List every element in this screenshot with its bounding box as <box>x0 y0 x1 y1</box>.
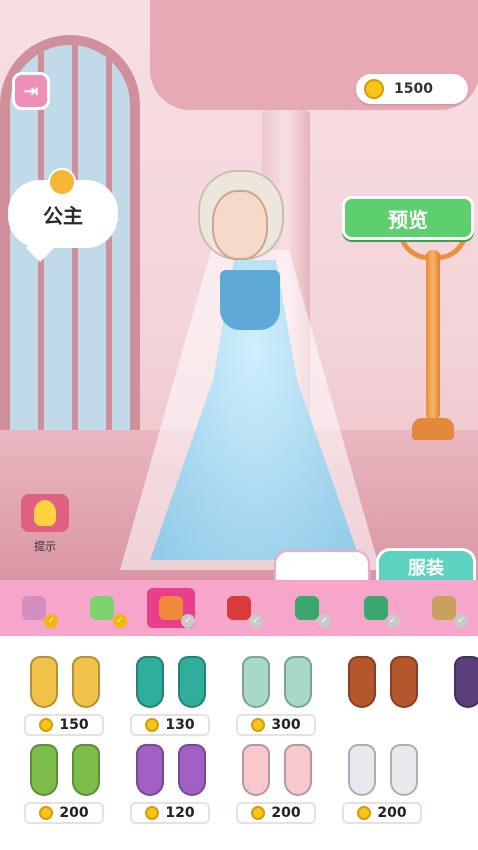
price-tag: 120 <box>130 802 210 824</box>
shoe-item[interactable]: 200 <box>338 742 428 824</box>
lightbulb-icon <box>34 500 56 526</box>
shoe-icon <box>242 744 312 800</box>
price-value: 130 <box>165 717 195 733</box>
shoe-icon <box>348 744 418 800</box>
princess-character <box>120 170 380 570</box>
shoe-icon <box>454 656 478 712</box>
category-tab-2[interactable]: ✓ <box>137 580 205 636</box>
shoe-icon <box>30 744 100 800</box>
coin-amount: 1500 <box>394 81 433 97</box>
shoe-item[interactable]: 200 <box>20 742 110 824</box>
price-tag: 300 <box>236 714 316 736</box>
shoe-item[interactable]: 130 <box>126 654 216 736</box>
category-tab-0[interactable]: ✓ <box>0 580 68 636</box>
coin-icon <box>251 806 266 820</box>
item-grid: 150 130 300 200 120 200 200 <box>0 640 478 850</box>
coin-icon <box>145 806 160 820</box>
price-value: 120 <box>165 805 195 821</box>
shoe-item[interactable]: 200 <box>232 742 322 824</box>
coin-icon <box>357 806 372 820</box>
category-tab-6[interactable]: ✓ <box>410 580 478 636</box>
exit-icon: ⇥ <box>23 80 39 102</box>
price-tag: 200 <box>236 802 316 824</box>
check-icon: ✓ <box>44 614 59 628</box>
category-tab-3[interactable]: ✓ <box>205 580 273 636</box>
price-value: 200 <box>59 805 89 821</box>
shoe-icon <box>348 656 418 712</box>
price-value: 200 <box>377 805 407 821</box>
coin-icon <box>251 718 266 732</box>
emoji-icon <box>48 168 76 196</box>
shoe-item[interactable]: 150 <box>20 654 110 736</box>
shoe-item[interactable] <box>338 654 428 736</box>
category-tab-5[interactable]: ✓ <box>341 580 409 636</box>
tab-blank[interactable] <box>274 550 370 582</box>
price-tag: 200 <box>24 802 104 824</box>
shoe-icon <box>136 744 206 800</box>
price-tag: 130 <box>130 714 210 736</box>
character-speech-bubble: 公主 <box>8 168 118 248</box>
coin-icon <box>145 718 160 732</box>
shoe-item[interactable]: 300 <box>232 654 322 736</box>
coin-icon <box>364 79 384 99</box>
price-tag: 150 <box>24 714 104 736</box>
check-icon: ✓ <box>317 614 332 628</box>
price-tag: 200 <box>342 802 422 824</box>
shoe-item[interactable]: 120 <box>126 742 216 824</box>
character-label: 公主 <box>43 203 83 228</box>
face <box>212 190 268 260</box>
check-icon: ✓ <box>112 614 127 628</box>
hint-label: 提示 <box>34 540 56 553</box>
hint-button[interactable]: 提示 <box>20 494 70 562</box>
preview-button[interactable]: 预览 <box>342 196 474 240</box>
check-icon: ✓ <box>385 614 400 628</box>
category-bar: ✓ ✓ ✓ ✓ ✓ ✓ ✓ <box>0 580 478 636</box>
shoe-item[interactable] <box>444 654 478 736</box>
shoe-icon <box>136 656 206 712</box>
check-icon: ✓ <box>453 614 468 628</box>
coin-icon <box>39 718 54 732</box>
bodice <box>220 270 280 330</box>
category-tab-1[interactable]: ✓ <box>68 580 136 636</box>
coin-icon <box>39 806 54 820</box>
check-icon: ✓ <box>180 614 195 628</box>
check-icon: ✓ <box>249 614 264 628</box>
category-tab-4[interactable]: ✓ <box>273 580 341 636</box>
shoe-icon <box>30 656 100 712</box>
price-value: 200 <box>271 805 301 821</box>
coin-counter: 1500 <box>356 74 468 104</box>
tab-outfit[interactable]: 服装 <box>376 548 476 582</box>
price-value: 150 <box>59 717 89 733</box>
price-value: 300 <box>271 717 301 733</box>
shoe-icon <box>242 656 312 712</box>
exit-button[interactable]: ⇥ <box>12 72 50 110</box>
